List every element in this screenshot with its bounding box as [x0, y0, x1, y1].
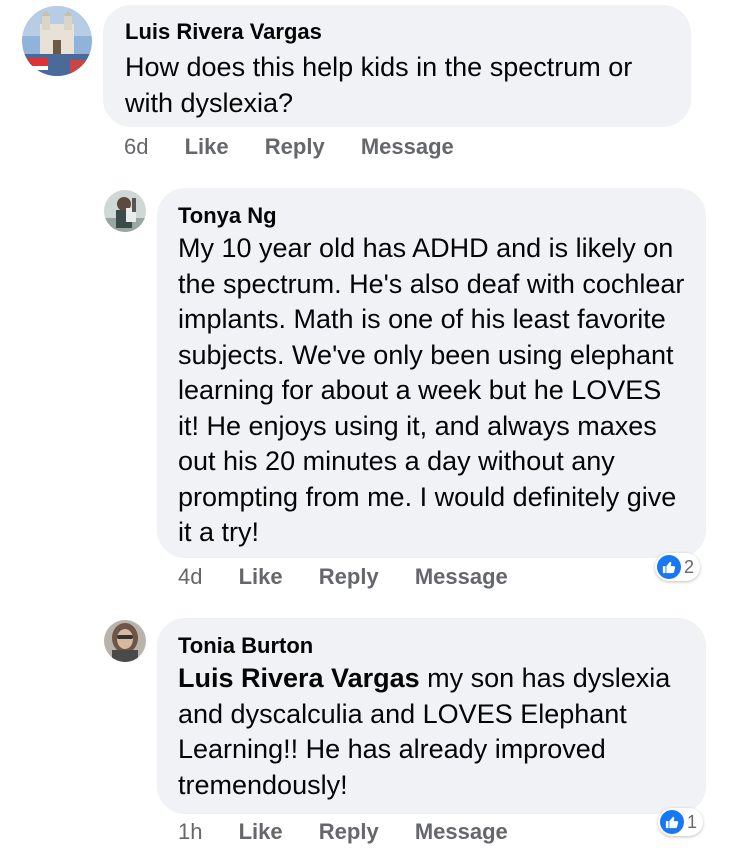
like-button[interactable]: Like: [239, 563, 283, 591]
comment-author[interactable]: Luis Rivera Vargas: [125, 18, 669, 46]
mention-link[interactable]: Luis Rivera Vargas: [178, 663, 420, 693]
comment-text: My 10 year old has ADHD and is likely on…: [178, 233, 685, 547]
comment-bubble: Luis Rivera Vargas How does this help ki…: [103, 5, 691, 127]
avatar[interactable]: [104, 620, 146, 662]
like-button[interactable]: Like: [239, 818, 283, 846]
comment-text: Luis Rivera Vargas my son has dyslexia a…: [178, 661, 688, 803]
message-button[interactable]: Message: [415, 563, 508, 591]
comment-actions: 1h Like Reply Message: [178, 818, 508, 846]
like-icon: [657, 555, 681, 579]
message-button[interactable]: Message: [415, 818, 508, 846]
reaction-count: 2: [684, 557, 695, 577]
comment-timestamp[interactable]: 6d: [124, 133, 148, 161]
comment-timestamp[interactable]: 1h: [178, 818, 202, 846]
comment-author[interactable]: Tonia Burton: [178, 632, 686, 660]
avatar[interactable]: [22, 6, 92, 76]
comment-author[interactable]: Tonya Ng: [178, 202, 686, 230]
reaction-count: 1: [687, 812, 698, 832]
message-button[interactable]: Message: [361, 133, 454, 161]
comment-bubble: Tonia Burton Luis Rivera Vargas my son h…: [157, 618, 706, 814]
comment-bubble: Tonya Ng My 10 year old has ADHD and is …: [157, 188, 706, 558]
like-icon: [660, 810, 684, 834]
reply-button[interactable]: Reply: [319, 563, 379, 591]
like-button[interactable]: Like: [185, 133, 229, 161]
avatar[interactable]: [104, 190, 146, 232]
person-photo-avatar-icon: [104, 620, 146, 662]
comment-actions: 4d Like Reply Message: [178, 563, 508, 591]
reaction-badge[interactable]: 1: [658, 808, 704, 836]
comment-actions: 6d Like Reply Message: [124, 133, 454, 161]
comment-text: How does this help kids in the spectrum …: [125, 52, 633, 118]
church-photo-avatar-icon: [22, 6, 92, 76]
person-photo-avatar-icon: [104, 190, 146, 232]
reply-button[interactable]: Reply: [265, 133, 325, 161]
reply-button[interactable]: Reply: [319, 818, 379, 846]
comment-timestamp[interactable]: 4d: [178, 563, 202, 591]
reaction-badge[interactable]: 2: [655, 553, 701, 581]
